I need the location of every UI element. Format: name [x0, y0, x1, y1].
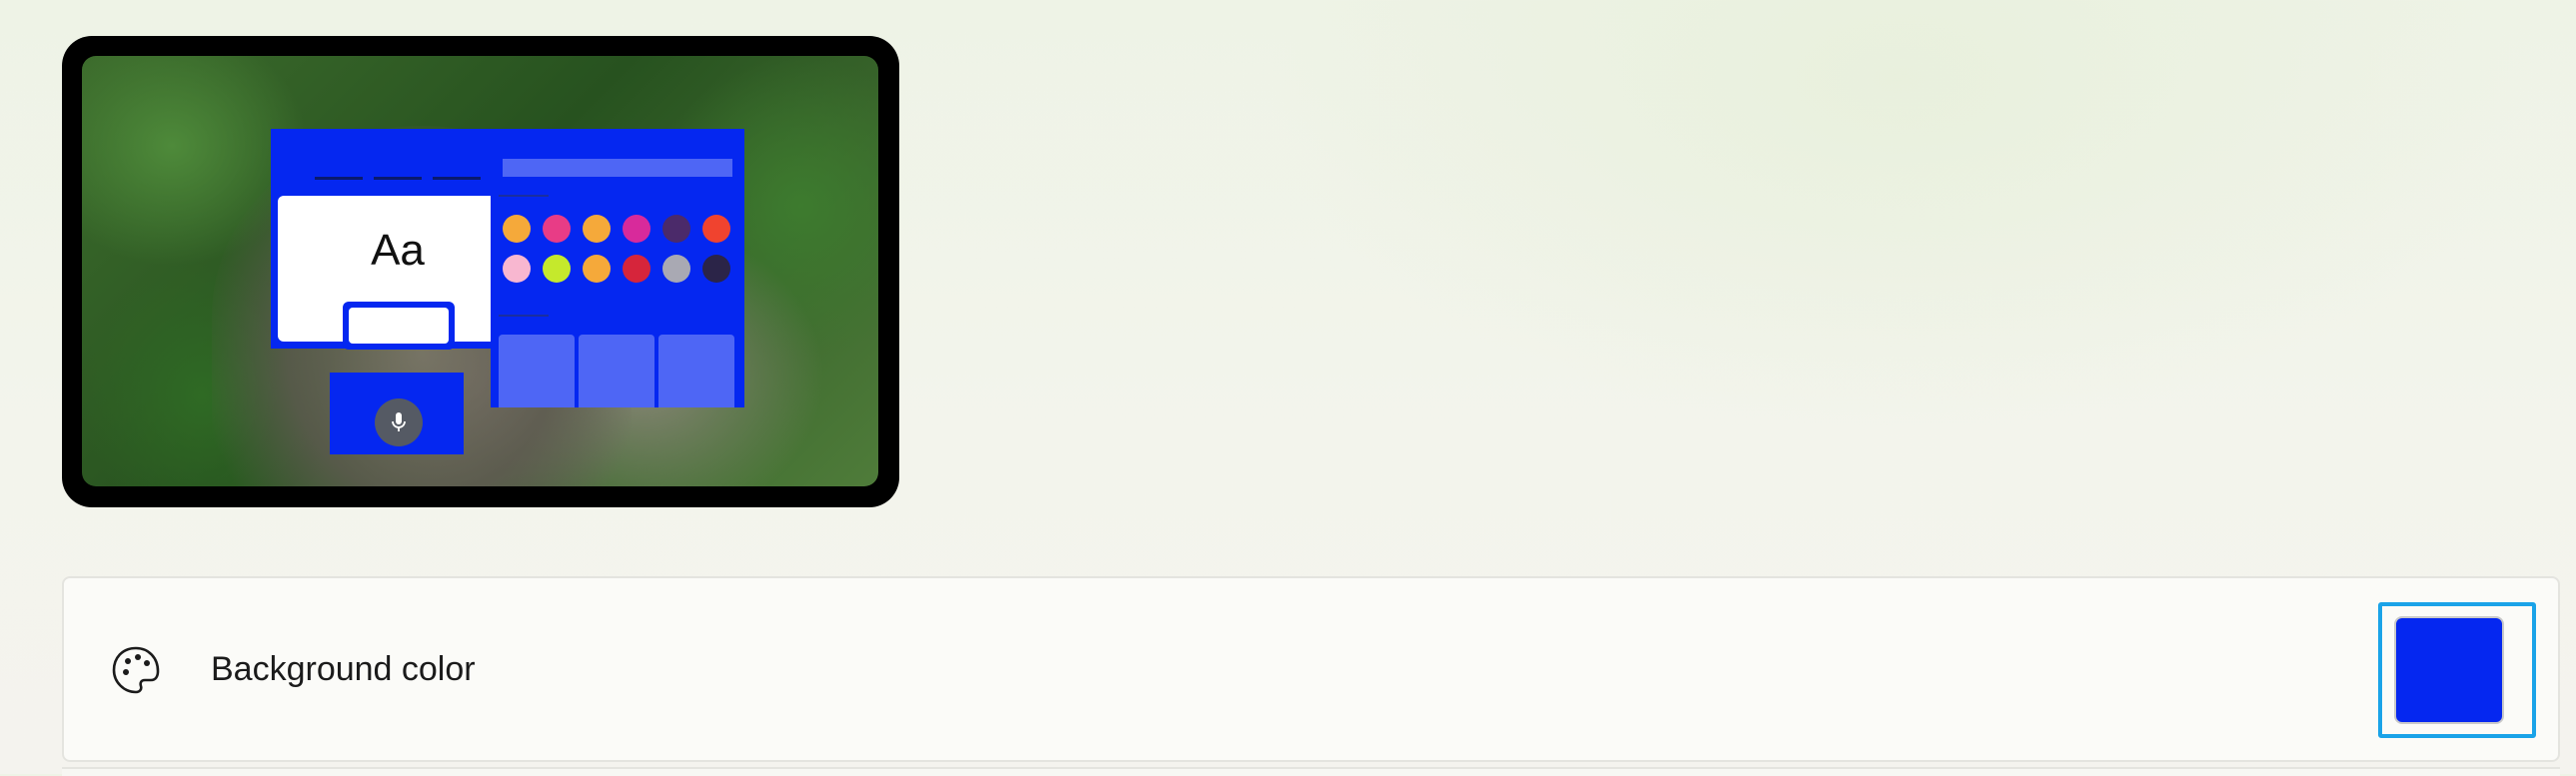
palette-dot: [583, 215, 611, 243]
theme-preview: Aa: [62, 36, 899, 507]
palette-dot: [662, 255, 690, 283]
palette-dot: [543, 255, 571, 283]
preview-mic-panel: [330, 373, 464, 454]
preview-palette-panel: [491, 129, 744, 407]
preview-sample-text: Aa: [371, 226, 425, 275]
preview-title-bar: [503, 159, 732, 177]
preview-text-panel: Aa: [271, 129, 525, 350]
background-color-setting[interactable]: Background color: [62, 576, 2560, 762]
palette-dot: [623, 255, 650, 283]
preview-card-button: [343, 302, 455, 350]
palette-dot: [503, 255, 531, 283]
preview-wallpaper: Aa: [82, 56, 878, 486]
microphone-icon: [375, 398, 423, 446]
palette-dot: [543, 215, 571, 243]
palette-dot: [583, 255, 611, 283]
preview-tile: [658, 335, 734, 407]
background-color-label: Background color: [211, 650, 476, 688]
next-setting-row-edge: [62, 767, 2560, 776]
palette-dot: [702, 215, 730, 243]
background-color-swatch-button[interactable]: [2394, 616, 2504, 724]
preview-dash: [374, 177, 422, 180]
palette-dot: [662, 215, 690, 243]
preview-font-card: Aa: [278, 196, 518, 350]
preview-line: [499, 195, 549, 197]
palette-dot: [702, 255, 730, 283]
preview-tile: [579, 335, 654, 407]
preview-dash: [315, 177, 363, 180]
preview-tile: [499, 335, 575, 407]
preview-line: [499, 315, 549, 317]
palette-icon: [112, 646, 160, 694]
palette-dot: [503, 215, 531, 243]
preview-dash: [433, 177, 481, 180]
palette-dot: [623, 215, 650, 243]
